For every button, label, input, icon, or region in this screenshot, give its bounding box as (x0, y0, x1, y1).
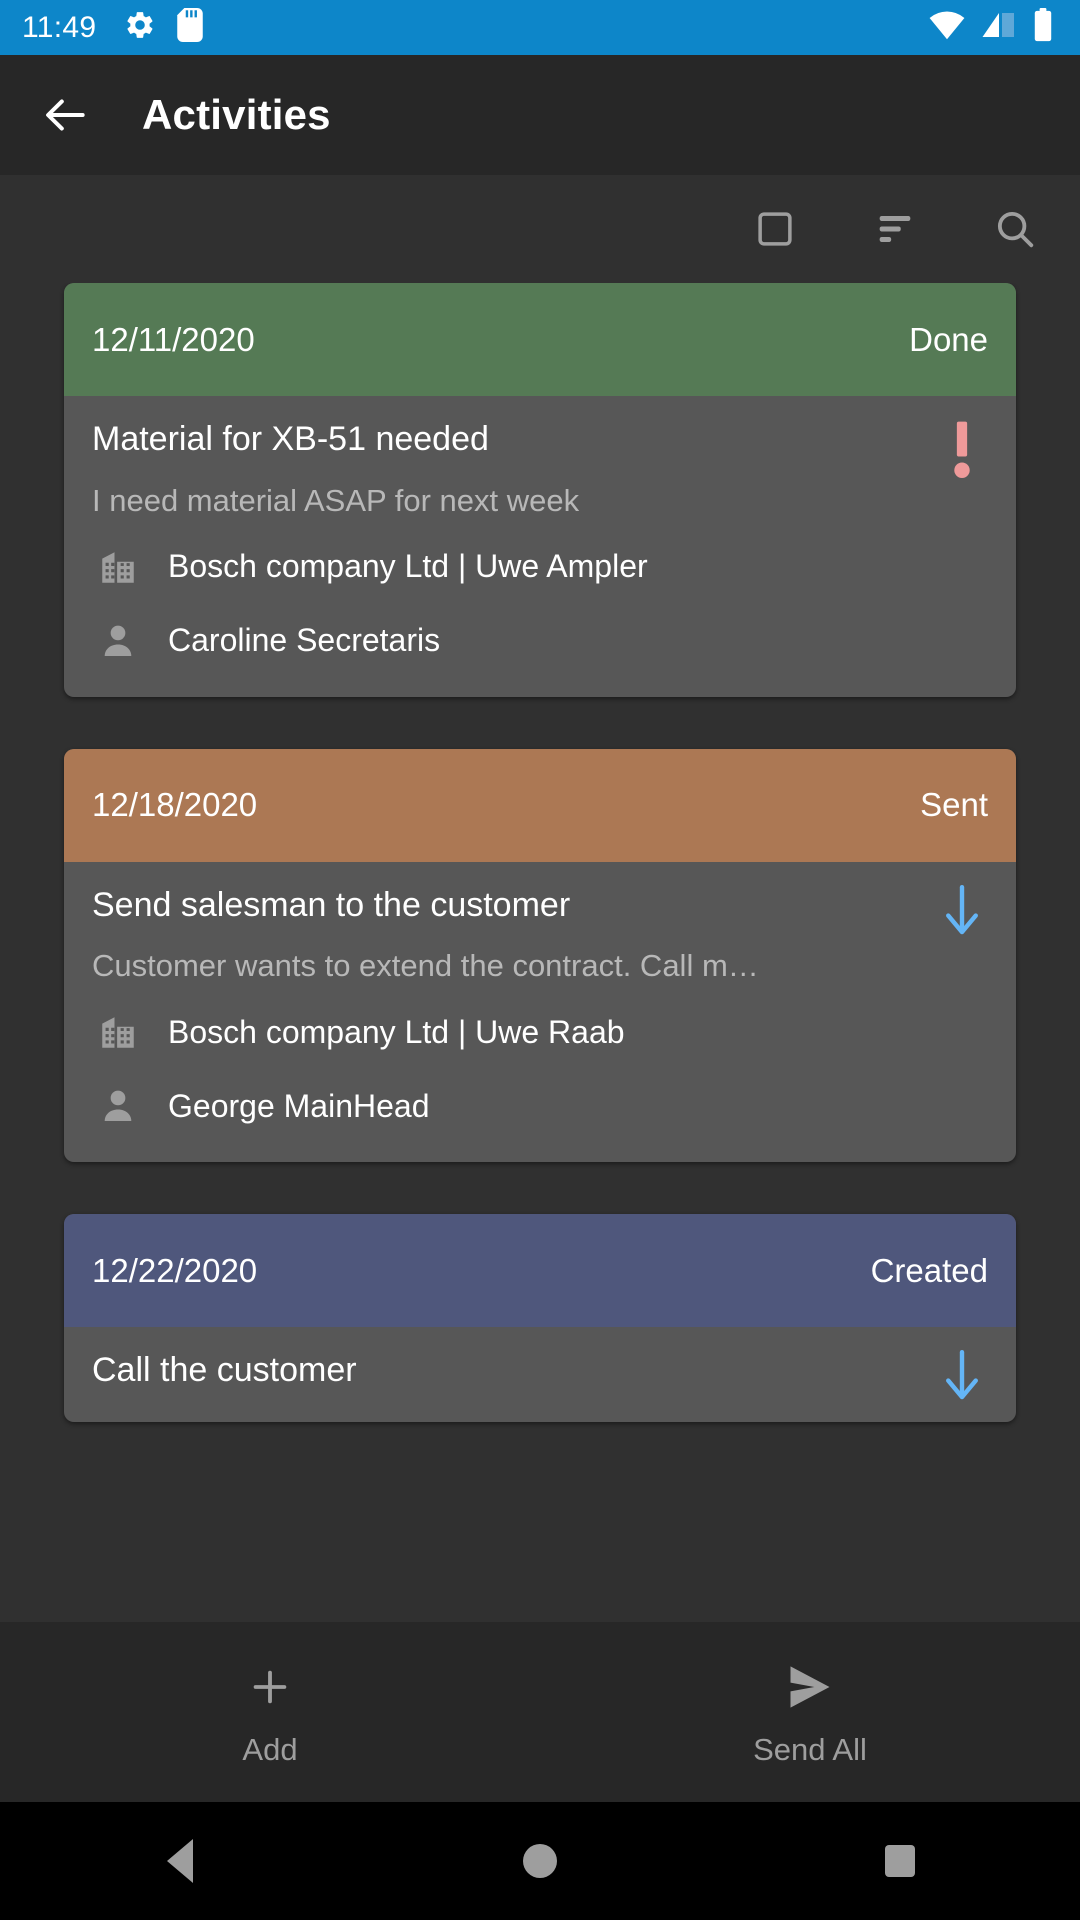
back-button[interactable] (34, 83, 98, 147)
send-all-button-label: Send All (753, 1732, 867, 1767)
nav-back-button[interactable] (0, 1839, 360, 1883)
activity-title: Material for XB-51 needed (92, 420, 489, 458)
activity-card-body: Send salesman to the customer Customer w… (64, 862, 1016, 1163)
person-icon (92, 1080, 144, 1132)
activity-card-body: Material for XB-51 needed I need materia… (64, 396, 1016, 697)
activity-description: Customer wants to extend the contract. C… (92, 948, 759, 983)
arrow-left-icon (46, 99, 85, 131)
nav-recents-button[interactable] (720, 1845, 1080, 1877)
system-navigation-bar (0, 1802, 1080, 1920)
search-button[interactable] (986, 200, 1044, 258)
send-icon (784, 1656, 836, 1718)
square-recents-icon (885, 1845, 915, 1877)
cellular-signal-icon (982, 10, 1016, 45)
activity-company: Bosch company Ltd | Uwe Raab (168, 1013, 625, 1050)
activity-card[interactable]: 12/18/2020 Sent Send salesman to the cus… (64, 748, 1016, 1163)
add-button[interactable]: Add (0, 1656, 540, 1768)
sort-button[interactable] (866, 200, 924, 258)
activity-card-header: 12/11/2020 Done (64, 283, 1016, 396)
person-icon (92, 615, 144, 667)
status-bar-clock: 11:49 (22, 10, 97, 44)
square-outline-icon (758, 212, 792, 246)
activity-card-body: Call the customer (64, 1327, 1016, 1422)
activity-card-header: 12/18/2020 Sent (64, 748, 1016, 862)
status-bar-system-icons (928, 8, 1054, 47)
app-screen: 11:49 Activities 12/11/2020 Done Materia… (0, 0, 1080, 1920)
page-title: Activities (142, 91, 331, 138)
activity-contact-row: George MainHead (92, 1080, 988, 1132)
status-bar-notification-icons (124, 8, 204, 47)
send-all-button[interactable]: Send All (540, 1656, 1080, 1768)
sort-lines-icon (879, 215, 911, 243)
arrow-down-icon[interactable] (936, 1345, 988, 1407)
search-icon (997, 211, 1034, 248)
building-icon (92, 1006, 144, 1058)
activities-list[interactable]: 12/11/2020 Done Material for XB-51 neede… (0, 283, 1080, 1622)
status-badge: Sent (920, 786, 988, 823)
status-bar: 11:49 (0, 0, 1080, 55)
activity-card-header: 12/22/2020 Created (64, 1214, 1016, 1327)
app-bar: Activities (0, 55, 1080, 175)
activity-company: Bosch company Ltd | Uwe Ampler (168, 548, 648, 584)
sd-card-icon (176, 8, 204, 47)
status-badge: Done (909, 320, 988, 358)
circle-home-icon (523, 1844, 557, 1878)
activity-company-row: Bosch company Ltd | Uwe Raab (92, 1006, 988, 1058)
arrow-down-icon[interactable] (936, 880, 988, 942)
activity-contact: Caroline Secretaris (168, 622, 441, 658)
activity-date: 12/22/2020 (92, 1251, 258, 1289)
activity-date: 12/18/2020 (92, 786, 258, 823)
action-toolbar (0, 175, 1080, 283)
activity-date: 12/11/2020 (92, 320, 255, 358)
add-button-label: Add (242, 1732, 298, 1767)
status-badge: Created (870, 1251, 988, 1289)
wifi-icon (928, 10, 966, 45)
activity-description: I need material ASAP for next week (92, 482, 580, 518)
activity-contact: George MainHead (168, 1087, 430, 1124)
activity-card[interactable]: 12/11/2020 Done Material for XB-51 neede… (64, 283, 1016, 697)
gear-icon (124, 9, 156, 46)
triangle-back-icon (167, 1839, 193, 1883)
building-icon (92, 541, 144, 593)
activity-title: Call the customer (92, 1351, 357, 1389)
activity-company-row: Bosch company Ltd | Uwe Ampler (92, 541, 988, 593)
activity-card[interactable]: 12/22/2020 Created Call the customer (64, 1214, 1016, 1422)
priority-exclamation-icon (936, 420, 988, 482)
activity-title: Send salesman to the customer (92, 885, 571, 924)
activity-contact-row: Caroline Secretaris (92, 615, 988, 667)
battery-icon (1032, 8, 1054, 47)
select-all-checkbox[interactable] (746, 200, 804, 258)
bottom-action-bar: Add Send All (0, 1622, 1080, 1802)
nav-home-button[interactable] (360, 1844, 720, 1878)
plus-icon (247, 1656, 293, 1718)
